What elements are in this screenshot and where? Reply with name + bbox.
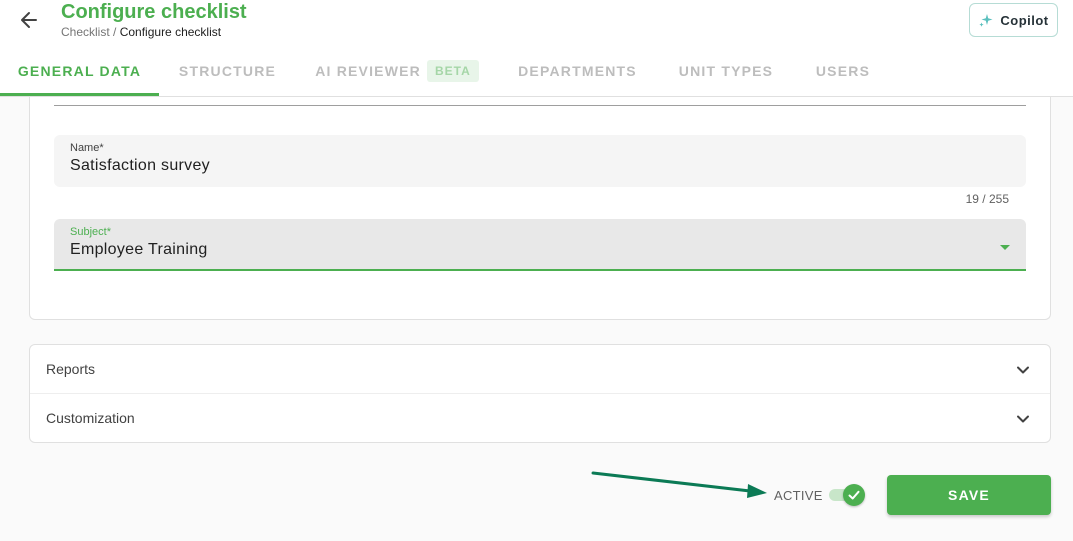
- dropdown-caret-icon[interactable]: [1000, 245, 1010, 250]
- tab-unit-types[interactable]: UNIT TYPES: [657, 46, 795, 96]
- back-button[interactable]: [16, 7, 42, 33]
- check-icon: [848, 490, 860, 500]
- header: Configure checklist Checklist / Configur…: [0, 0, 1073, 46]
- tab-departments[interactable]: DEPARTMENTS: [498, 46, 657, 96]
- subject-field-label: Subject*: [70, 226, 111, 238]
- tab-general-data[interactable]: GENERAL DATA: [0, 46, 159, 96]
- tab-label: STRUCTURE: [178, 63, 277, 79]
- panel-title: Customization: [46, 410, 135, 426]
- sparkle-icon: [979, 14, 993, 27]
- name-field-label: Name*: [70, 142, 104, 154]
- active-tab-indicator: [0, 93, 159, 96]
- arrow-left-icon: [21, 12, 37, 28]
- subject-select[interactable]: Subject* Employee Training: [54, 219, 1026, 271]
- tab-label: DEPARTMENTS: [518, 63, 637, 79]
- panel-customization[interactable]: Customization: [30, 394, 1050, 443]
- chevron-down-icon: [1017, 366, 1029, 374]
- page-title: Configure checklist: [61, 1, 247, 23]
- expansion-panels: Reports Customization: [29, 344, 1051, 443]
- tab-label: USERS: [815, 63, 871, 79]
- save-button[interactable]: SAVE: [887, 475, 1051, 515]
- panel-title: Reports: [46, 361, 96, 377]
- annotation-arrow: [591, 471, 767, 498]
- chevron-down-icon: [1017, 415, 1029, 423]
- tab-label: GENERAL DATA: [17, 63, 142, 79]
- tab-label: AI REVIEWER: [315, 63, 421, 79]
- active-toggle-group: ACTIVE: [774, 483, 865, 507]
- active-label: ACTIVE: [774, 487, 823, 503]
- beta-badge: BETA: [426, 60, 479, 82]
- copilot-button[interactable]: Copilot: [969, 3, 1058, 37]
- panel-reports[interactable]: Reports: [30, 345, 1050, 394]
- switch-thumb[interactable]: [842, 484, 865, 506]
- name-field[interactable]: Name* Satisfaction survey: [54, 135, 1026, 187]
- general-data-card: Name* Satisfaction survey 19 / 255 Subje…: [29, 97, 1051, 320]
- name-input[interactable]: Satisfaction survey: [70, 157, 210, 175]
- tab-bar: GENERAL DATA STRUCTURE AI REVIEWER BETA …: [0, 46, 1073, 97]
- tab-structure[interactable]: STRUCTURE: [159, 46, 296, 96]
- breadcrumb-separator: /: [109, 25, 120, 39]
- field-divider: [54, 105, 1026, 106]
- copilot-label: Copilot: [1000, 12, 1049, 28]
- name-char-counter: 19 / 255: [965, 192, 1009, 206]
- save-button-label: SAVE: [948, 487, 990, 503]
- subject-selected-value: Employee Training: [70, 241, 208, 258]
- configure-checklist-page: Configure checklist Checklist / Configur…: [0, 0, 1073, 541]
- breadcrumb: Checklist / Configure checklist: [61, 25, 221, 39]
- active-switch[interactable]: [828, 483, 865, 507]
- tab-label: UNIT TYPES: [678, 63, 774, 79]
- breadcrumb-parent[interactable]: Checklist: [61, 25, 110, 39]
- tab-ai-reviewer[interactable]: AI REVIEWER BETA: [296, 46, 498, 96]
- breadcrumb-current: Configure checklist: [119, 25, 222, 39]
- tab-users[interactable]: USERS: [795, 46, 891, 96]
